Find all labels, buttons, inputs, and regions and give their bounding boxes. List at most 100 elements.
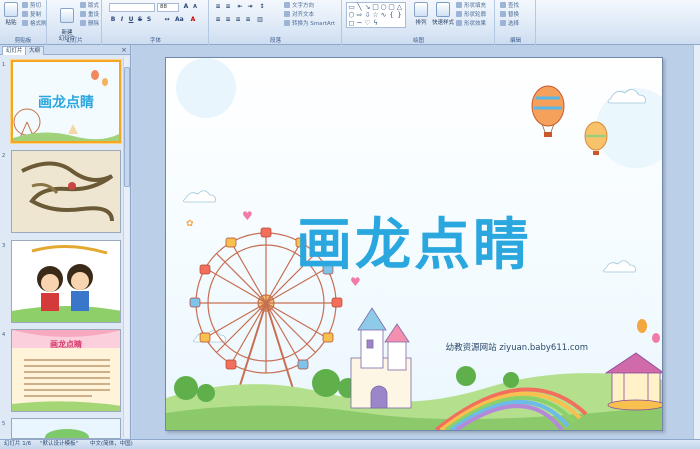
- thumbnail-scrollbar[interactable]: [123, 57, 130, 437]
- quick-styles-button[interactable]: 快速样式: [431, 2, 455, 26]
- font-size-combo[interactable]: 88: [157, 3, 179, 12]
- select-button[interactable]: 选择: [500, 20, 519, 29]
- clipboard-group-label: 剪贴板: [14, 38, 32, 44]
- brace-shape-icon[interactable]: {: [388, 12, 395, 19]
- right-arrow-shape-icon[interactable]: ⇨: [356, 12, 363, 19]
- italic-button[interactable]: I: [118, 16, 126, 24]
- rectangle-shape-icon[interactable]: ▭: [348, 4, 355, 11]
- format-painter-button[interactable]: 格式刷: [22, 20, 47, 29]
- quick-styles-icon: [436, 2, 450, 17]
- slides-group: 新建 幻灯片 版式 重设 删除 幻灯片: [48, 0, 102, 45]
- status-bar: 幻灯片 1/6 "默认设计模板" 中文(简体，中国): [0, 439, 700, 449]
- thumb-2-art: [12, 151, 120, 232]
- slide-thumbnail-2[interactable]: [11, 150, 121, 233]
- shape-effects-button[interactable]: 形状效果: [456, 20, 486, 29]
- slides-group-label: 幻灯片: [66, 38, 83, 44]
- slide-canvas[interactable]: ♥ ♥ ✿ ✿: [165, 57, 663, 431]
- brace-close-shape-icon[interactable]: }: [396, 12, 403, 19]
- reset-icon: [80, 11, 86, 17]
- bold-button[interactable]: B: [109, 16, 117, 24]
- shrink-font-button[interactable]: A: [191, 3, 199, 11]
- columns-button[interactable]: ▥: [256, 16, 264, 24]
- slide-caption[interactable]: 幼教资源网站 ziyuan.baby611.com: [446, 341, 588, 353]
- down-arrow-shape-icon[interactable]: ⇩: [364, 12, 371, 19]
- justify-button[interactable]: ≡: [244, 16, 252, 24]
- hexagon-shape-icon[interactable]: ⬡: [348, 12, 355, 19]
- line-spacing-button[interactable]: ↕: [258, 3, 266, 11]
- bullets-button[interactable]: ≡: [214, 3, 222, 11]
- oval-shape-icon[interactable]: ○: [380, 4, 387, 11]
- thumb-1-title: 画龙点睛: [38, 95, 94, 111]
- editor-vertical-scrollbar[interactable]: [693, 45, 700, 439]
- find-button[interactable]: 查找: [500, 2, 519, 11]
- font-group-label: 字体: [149, 38, 161, 44]
- brush-icon: [22, 20, 28, 26]
- align-text-button[interactable]: 对齐文本: [284, 11, 314, 20]
- copy-icon: [22, 11, 28, 17]
- callout-shape-icon[interactable]: ◻: [348, 20, 355, 27]
- align-center-button[interactable]: ≡: [224, 16, 232, 24]
- tab-slides[interactable]: 幻灯片: [2, 46, 27, 55]
- text-direction-button[interactable]: 文字方向: [284, 2, 314, 11]
- cut-button[interactable]: 剪切: [22, 2, 41, 11]
- slide-thumbnail-5[interactable]: [11, 418, 121, 439]
- shapes-gallery[interactable]: ▭ ╲ ↘ □ ○ ▢ △ ⬡ ⇨ ⇩ ☆ ∿ { } ◻ ~ ♡ ϟ: [346, 2, 406, 28]
- line-shape-icon[interactable]: ╲: [356, 4, 363, 11]
- arrow-shape-icon[interactable]: ↘: [364, 4, 371, 11]
- slide-indicator: 幻灯片 1/6: [4, 441, 32, 447]
- curve-shape-icon[interactable]: ∿: [380, 12, 387, 19]
- square-shape-icon[interactable]: □: [372, 4, 379, 11]
- shadow-button[interactable]: S: [145, 16, 153, 24]
- paste-button[interactable]: 粘贴: [2, 2, 20, 26]
- star-shape-icon[interactable]: ☆: [372, 12, 379, 19]
- shape-fill-button[interactable]: 形状填充: [456, 2, 486, 11]
- heart-shape-icon[interactable]: ♡: [364, 20, 371, 27]
- thumb-number: 5: [2, 421, 6, 427]
- editing-group: 查找 替换 选择 编辑: [496, 0, 536, 45]
- numbering-button[interactable]: ≡: [224, 3, 232, 11]
- align-right-button[interactable]: ≡: [234, 16, 242, 24]
- language-indicator[interactable]: 中文(简体，中国): [90, 440, 133, 449]
- grow-font-button[interactable]: A: [182, 3, 190, 11]
- lightning-shape-icon[interactable]: ϟ: [372, 20, 379, 27]
- arrange-icon: [414, 2, 428, 17]
- layout-button[interactable]: 版式: [80, 2, 99, 11]
- arrange-button[interactable]: 排列: [411, 2, 431, 26]
- wave-shape-icon[interactable]: ~: [356, 20, 363, 27]
- scrollbar-thumb[interactable]: [124, 67, 130, 187]
- fill-bucket-icon: [456, 2, 462, 8]
- align-left-button[interactable]: ≡: [214, 16, 222, 24]
- drawing-group-label: 绘图: [412, 38, 424, 44]
- strikethrough-button[interactable]: S: [136, 16, 144, 24]
- change-case-button[interactable]: Aa: [175, 16, 184, 24]
- slide-thumbnail-pane: 幻灯片 大纲 × 1 画龙点睛 2 3 4 画龙点睛 5: [0, 45, 131, 439]
- tab-outline[interactable]: 大纲: [25, 46, 45, 55]
- underline-button[interactable]: U: [127, 16, 135, 24]
- carousel-icon: [604, 352, 662, 411]
- drawing-group: ▭ ╲ ↘ □ ○ ▢ △ ⬡ ⇨ ⇩ ☆ ∿ { } ◻ ~ ♡ ϟ 排列 快…: [343, 0, 495, 45]
- increase-indent-button[interactable]: ⇥: [246, 3, 254, 11]
- slide-thumbnail-4[interactable]: 画龙点睛: [11, 329, 121, 412]
- smartart-icon: [284, 20, 290, 26]
- triangle-shape-icon[interactable]: △: [396, 4, 403, 11]
- slide-title[interactable]: 画龙点睛: [166, 200, 662, 281]
- char-spacing-button[interactable]: ↔: [163, 16, 171, 24]
- rounded-rect-shape-icon[interactable]: ▢: [388, 4, 395, 11]
- delete-slide-button[interactable]: 删除: [80, 20, 99, 29]
- paragraph-group: ≡ ≡ ⇤ ⇥ ↕ ≡ ≡ ≡ ≡ ▥ 文字方向 对齐文本 转换为 SmartA…: [210, 0, 342, 45]
- slide-thumbnail-3[interactable]: [11, 240, 121, 323]
- font-color-button[interactable]: A: [189, 16, 197, 24]
- reset-button[interactable]: 重设: [80, 11, 99, 20]
- castle-icon: [350, 307, 412, 409]
- thumb-number: 4: [2, 332, 6, 338]
- copy-button[interactable]: 复制: [22, 11, 41, 20]
- smartart-button[interactable]: 转换为 SmartArt: [284, 20, 335, 29]
- slide-thumbnail-1[interactable]: 画龙点睛: [11, 60, 121, 143]
- close-pane-icon[interactable]: ×: [121, 46, 127, 54]
- theme-name[interactable]: "默认设计模板": [40, 440, 78, 449]
- shape-outline-button[interactable]: 形状轮廓: [456, 11, 486, 20]
- font-name-combo[interactable]: [109, 3, 155, 12]
- decrease-indent-button[interactable]: ⇤: [236, 3, 244, 11]
- thumb-3-art: [12, 241, 120, 322]
- replace-button[interactable]: 替换: [500, 11, 519, 20]
